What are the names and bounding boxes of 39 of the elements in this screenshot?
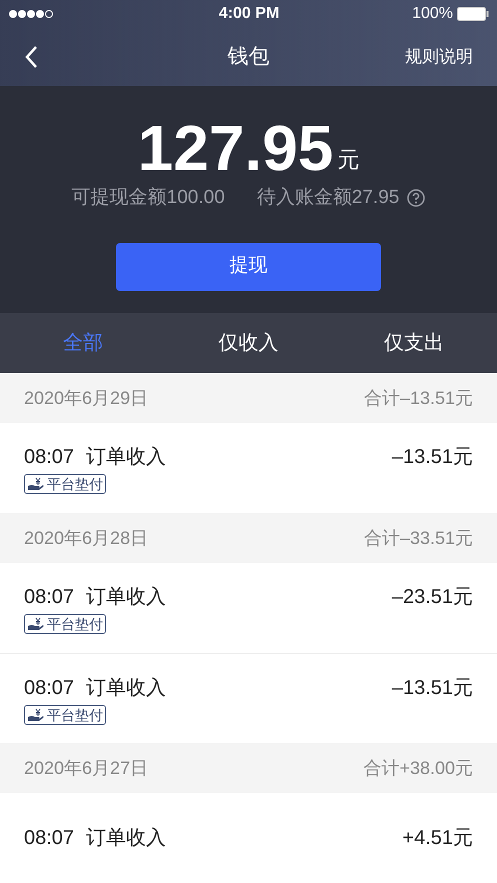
page-title: 钱包 <box>228 44 270 70</box>
battery-level: 100% <box>412 4 453 24</box>
transaction-time: 08:07 <box>24 445 74 470</box>
tag-label: 平台垫付 <box>47 617 103 631</box>
transaction-amount: +4.51元 <box>402 826 473 851</box>
transaction-amount: –23.51元 <box>392 585 473 610</box>
filter-tab[interactable]: 仅支出 <box>331 328 497 358</box>
back-icon[interactable] <box>24 45 38 69</box>
signal-icon <box>8 9 54 19</box>
transaction-title: 订单收入 <box>86 445 166 470</box>
group-total: 合计+38.00元 <box>363 756 473 780</box>
transaction-time: 08:07 <box>24 676 74 700</box>
transaction-amount: –13.51元 <box>392 676 473 700</box>
group-date: 2020年6月28日 <box>24 526 148 550</box>
hand-coin-icon <box>27 708 45 722</box>
filter-tab[interactable]: 仅收入 <box>166 328 332 358</box>
battery-icon <box>456 7 489 21</box>
balance-unit: 元 <box>337 146 360 174</box>
transaction-title: 订单收入 <box>86 585 166 610</box>
help-icon[interactable] <box>407 189 426 208</box>
withdraw-button[interactable]: 提现 <box>116 242 381 290</box>
hand-coin-icon <box>27 617 45 631</box>
transaction-amount: –13.51元 <box>392 445 473 470</box>
withdrawable-amount: 可提现金额100.00 <box>72 186 225 210</box>
group-date: 2020年6月27日 <box>24 756 148 780</box>
status-time: 4:00 PM <box>218 4 280 24</box>
transaction-title: 订单收入 <box>86 676 166 700</box>
tag-label: 平台垫付 <box>47 477 103 491</box>
tag-label: 平台垫付 <box>47 708 103 722</box>
group-total: 合计–33.51元 <box>364 526 473 550</box>
balance-amount: 127.95 <box>138 116 334 180</box>
group-date: 2020年6月29日 <box>24 386 148 410</box>
transaction-title: 订单收入 <box>86 826 166 851</box>
transaction-time: 08:07 <box>24 826 74 851</box>
hand-coin-icon <box>27 477 45 491</box>
pending-amount: 待入账金额27.95 <box>256 186 400 210</box>
rules-link[interactable]: 规则说明 <box>405 44 473 70</box>
group-total: 合计–13.51元 <box>364 386 473 410</box>
transaction-time: 08:07 <box>24 585 74 610</box>
